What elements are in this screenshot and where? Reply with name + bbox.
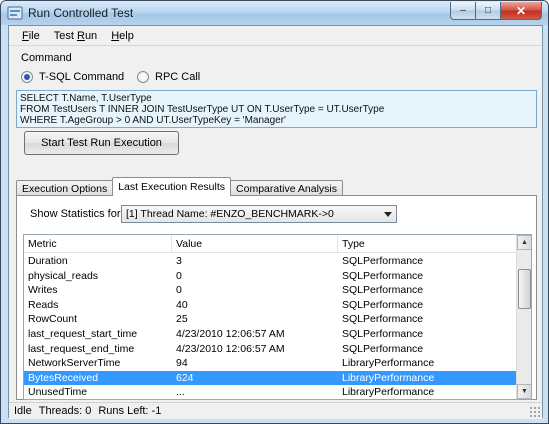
vertical-scrollbar[interactable]: ▲ ▼ bbox=[516, 235, 531, 399]
cell-metric: UnusedTime bbox=[28, 386, 88, 399]
sql-command-textbox[interactable]: SELECT T.Name, T.UserType FROM TestUsers… bbox=[16, 90, 537, 128]
column-header-type[interactable]: Type bbox=[338, 235, 517, 253]
cell-value: 0 bbox=[176, 284, 182, 297]
cell-value: 4/23/2010 12:06:57 AM bbox=[176, 342, 285, 355]
close-button[interactable]: ✕ bbox=[500, 2, 542, 20]
table-row[interactable]: UnusedTime ... LibraryPerformance bbox=[24, 385, 517, 399]
table-row[interactable]: Reads 40 SQLPerformance bbox=[24, 298, 517, 313]
cell-metric: last_request_end_time bbox=[28, 342, 135, 355]
tab-last-execution-results[interactable]: Last Execution Results bbox=[112, 177, 232, 196]
menu-file[interactable]: File bbox=[15, 30, 47, 42]
cell-metric: last_request_start_time bbox=[28, 327, 138, 340]
scroll-down-button[interactable]: ▼ bbox=[517, 384, 531, 399]
cell-type: SQLPerformance bbox=[342, 255, 424, 267]
cell-metric: NetworkServerTime bbox=[28, 357, 121, 370]
tab-comparative-analysis[interactable]: Comparative Analysis bbox=[230, 180, 343, 196]
cell-value: 25 bbox=[176, 313, 188, 326]
cell-type: SQLPerformance bbox=[342, 284, 424, 297]
cell-metric: Duration bbox=[28, 255, 68, 267]
cell-type: SQLPerformance bbox=[342, 269, 424, 282]
cell-type: LibraryPerformance bbox=[342, 386, 435, 399]
table-row[interactable]: last_request_start_time 4/23/2010 12:06:… bbox=[24, 327, 517, 342]
window-title: Run Controlled Test bbox=[28, 6, 134, 20]
cell-value: 94 bbox=[176, 357, 188, 370]
resize-grip-icon[interactable] bbox=[529, 406, 540, 417]
cell-value: 3 bbox=[176, 255, 182, 267]
menu-test-run-label: Test Run bbox=[53, 29, 98, 42]
table-row[interactable]: physical_reads 0 SQLPerformance bbox=[24, 269, 517, 284]
radio-rpc-label: RPC Call bbox=[155, 71, 201, 83]
cell-value: 4/23/2010 12:06:57 AM bbox=[176, 327, 285, 340]
cell-type: SQLPerformance bbox=[342, 342, 424, 355]
cell-metric: BytesReceived bbox=[28, 371, 99, 384]
cell-value: 624 bbox=[176, 371, 194, 384]
tab-strip: Execution Options Last Execution Results… bbox=[16, 177, 343, 196]
metrics-list-header: Metric Value Type bbox=[24, 235, 517, 253]
cell-metric: Reads bbox=[28, 298, 59, 311]
cell-type: SQLPerformance bbox=[342, 327, 424, 340]
cell-value: 0 bbox=[176, 269, 182, 282]
command-group-label: Command bbox=[21, 52, 72, 64]
menu-test-run[interactable]: Test Run bbox=[47, 30, 104, 42]
column-header-value[interactable]: Value bbox=[172, 235, 338, 253]
chevron-down-icon[interactable] bbox=[384, 212, 392, 217]
start-test-run-button[interactable]: Start Test Run Execution bbox=[24, 131, 179, 155]
cell-metric: Writes bbox=[28, 284, 58, 297]
table-row[interactable]: last_request_end_time 4/23/2010 12:06:57… bbox=[24, 342, 517, 357]
menu-help-label: Help bbox=[111, 29, 134, 42]
statistics-thread-value: [1] Thread Name: #ENZO_BENCHMARK->0 bbox=[126, 208, 334, 220]
statistics-thread-select[interactable]: [1] Thread Name: #ENZO_BENCHMARK->0 bbox=[121, 205, 397, 223]
radio-tsql-command[interactable]: T-SQL Command bbox=[21, 71, 124, 83]
status-state: Idle bbox=[14, 405, 32, 417]
cell-type: LibraryPerformance bbox=[342, 357, 435, 370]
metrics-list[interactable]: Metric Value Type Duration 3 SQLPerforma… bbox=[23, 234, 532, 400]
minimize-button[interactable]: – bbox=[450, 2, 476, 20]
status-threads: Threads: 0 bbox=[38, 405, 92, 417]
radio-tsql-indicator[interactable] bbox=[21, 71, 33, 83]
table-row[interactable]: Duration 3 SQLPerformance bbox=[24, 254, 517, 269]
client-area: File Test Run Help Command T-SQL Command… bbox=[8, 25, 543, 419]
app-icon bbox=[7, 6, 23, 20]
cell-value: ... bbox=[176, 386, 185, 399]
scroll-up-button[interactable]: ▲ bbox=[517, 235, 531, 250]
main-window: Run Controlled Test – □ ✕ File Test Run … bbox=[0, 0, 549, 424]
cell-type: SQLPerformance bbox=[342, 298, 424, 311]
table-row[interactable]: RowCount 25 SQLPerformance bbox=[24, 312, 517, 327]
column-header-metric[interactable]: Metric bbox=[24, 235, 172, 253]
results-panel: Show Statistics for: [1] Thread Name: #E… bbox=[16, 195, 537, 400]
radio-tsql-label: T-SQL Command bbox=[39, 71, 125, 83]
status-bar: Idle Threads: 0 Runs Left: -1 bbox=[9, 402, 542, 419]
cell-metric: RowCount bbox=[28, 313, 78, 326]
scroll-thumb[interactable] bbox=[518, 269, 531, 309]
menu-file-label: File bbox=[22, 29, 40, 42]
radio-rpc-call[interactable]: RPC Call bbox=[137, 71, 200, 83]
menu-help[interactable]: Help bbox=[104, 30, 141, 42]
cell-type: LibraryPerformance bbox=[342, 371, 435, 384]
radio-selected-dot bbox=[24, 74, 30, 80]
radio-rpc-indicator[interactable] bbox=[137, 71, 149, 83]
title-bar[interactable]: Run Controlled Test – □ ✕ bbox=[1, 1, 548, 25]
status-runs-left: Runs Left: -1 bbox=[98, 405, 162, 417]
menu-bar: File Test Run Help bbox=[9, 26, 542, 46]
maximize-button[interactable]: □ bbox=[475, 2, 501, 20]
tab-execution-options[interactable]: Execution Options bbox=[16, 180, 114, 196]
table-row-selected[interactable]: BytesReceived 624 LibraryPerformance bbox=[24, 370, 517, 386]
caption-buttons: – □ ✕ bbox=[450, 2, 542, 20]
cell-metric: physical_reads bbox=[28, 269, 99, 282]
cell-value: 40 bbox=[176, 298, 188, 311]
cell-type: SQLPerformance bbox=[342, 313, 424, 326]
table-row[interactable]: NetworkServerTime 94 LibraryPerformance bbox=[24, 356, 517, 371]
show-statistics-label: Show Statistics for: bbox=[30, 208, 124, 220]
metrics-rows: Duration 3 SQLPerformance physical_reads… bbox=[24, 254, 517, 399]
table-row[interactable]: Writes 0 SQLPerformance bbox=[24, 283, 517, 298]
